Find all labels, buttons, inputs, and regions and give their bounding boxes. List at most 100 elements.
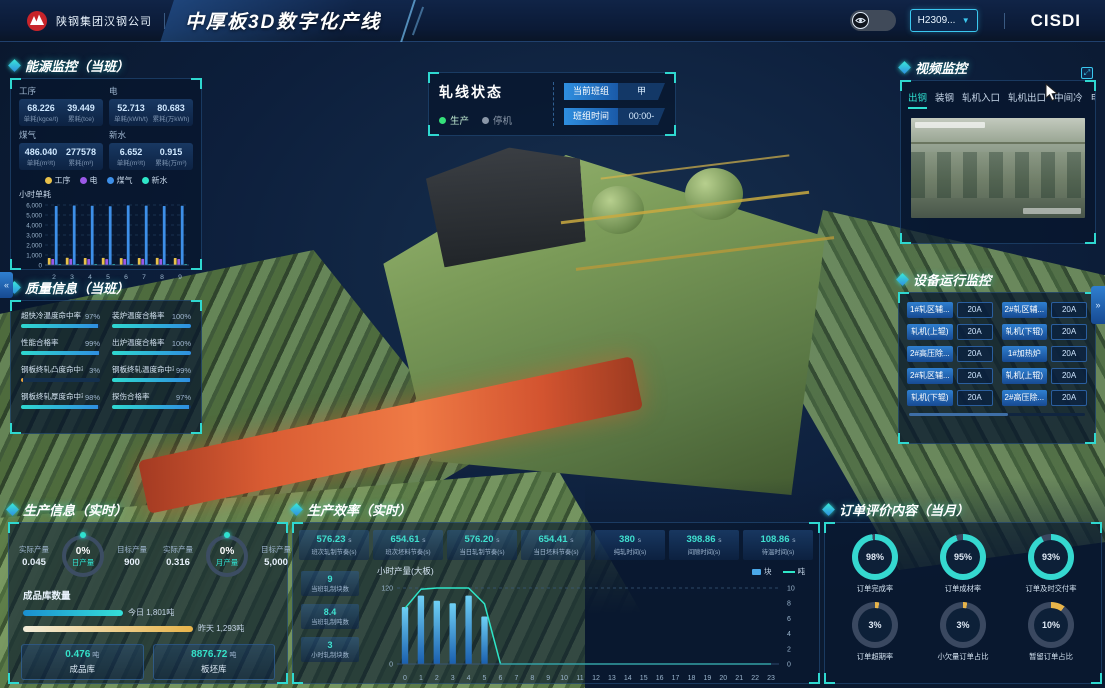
chevron-down-icon: ▼: [962, 16, 970, 25]
line-state-stopped: 停机: [482, 113, 512, 127]
stat-label: 待温时间(s): [743, 547, 813, 556]
energy-card-name: 煤气: [19, 129, 103, 141]
slab-store-card: 8876.72吨 板坯库: [153, 644, 276, 680]
production-panel-body: 实际产量 0.045 0% 日产量 目标产量 900 实际产量: [8, 522, 288, 684]
progress-fill: [21, 324, 98, 328]
header-divider: [1004, 13, 1005, 29]
energy-cards: 工序68.226单耗(kgce/t)39.449累耗(tce)电52.713单耗…: [11, 79, 201, 170]
cisdi-logo: CISDI: [1031, 11, 1081, 31]
badge-label: 当前班组: [564, 83, 618, 100]
hourly-output-chart-title: 小时产量(大板): [377, 565, 815, 577]
efficiency-stat-card: 654.61 s班次坯料节奏(s): [373, 530, 443, 560]
chart-legend-item: 吨: [783, 566, 806, 577]
dashboard-root: 陕钢集团汉钢公司 中厚板3D数字化产线 H2309... ▼ CISDI 能源监…: [0, 0, 1105, 688]
energy-chart-svg: 6,0005,0004,0003,0002,0001,000023456789: [15, 200, 195, 282]
svg-text:2,000: 2,000: [26, 242, 42, 249]
energy-unit: 单耗(m³/t): [111, 157, 151, 167]
camera-tab-1[interactable]: 出钢: [908, 90, 927, 109]
quality-metric-value: 98%: [85, 393, 100, 402]
energy-legend-item: 新水: [142, 175, 168, 186]
orders-panel-body: 98%订单完成率95%订单成材率93%订单及时交付率3%订单超期率3%小欠量订单…: [824, 522, 1102, 684]
progress-fill: [21, 405, 98, 409]
stat-value: 576.20 s: [447, 534, 517, 545]
progress-fill: [112, 405, 189, 409]
equipment-current-value: 20A: [957, 368, 993, 384]
output-gauges: 实际产量 0.045 0% 日产量 目标产量 900 实际产量: [9, 523, 287, 577]
quality-metric: 超快冷温度命中率97%: [21, 310, 100, 328]
left-collapse-handle[interactable]: «: [0, 272, 13, 298]
video-panel-body: ⤢ 出钢装钢轧机入口轧机出口中间冷电加热: [900, 80, 1096, 244]
quality-panel-title: 质量信息（当班）: [10, 278, 202, 297]
progress-fill: [112, 351, 191, 355]
visibility-toggle[interactable]: [850, 10, 896, 31]
camera-tab-2[interactable]: 装钢: [935, 90, 954, 109]
efficiency-stat-card: 108.86 s待温时间(s): [743, 530, 813, 560]
inventory-bar-label: 昨天 1,293吨: [198, 623, 244, 634]
daily-output-ring: 0% 日产量: [62, 535, 104, 577]
legend-dot-icon: [142, 177, 149, 184]
stat-label: 间隙时间(s): [669, 547, 739, 556]
svg-text:17: 17: [672, 675, 680, 682]
badge-label: 班组时间: [564, 108, 618, 125]
energy-unit: 累耗(万m³): [151, 157, 191, 167]
ring-dot: [80, 532, 86, 538]
panel-expand-icon[interactable]: ⤢: [1081, 67, 1093, 79]
energy-card: 电52.713单耗(kWh/t)80.683累耗(万kWh): [109, 84, 193, 126]
efficiency-chart-svg: 1200108642001234567891011121314151617181…: [363, 577, 815, 688]
svg-text:9: 9: [546, 675, 550, 682]
equipment-rows: 1#轧区辅...20A2#轧区辅...20A轧机(上辊)20A轧机(下辊)20A…: [899, 293, 1095, 406]
camera-feed[interactable]: [911, 118, 1085, 218]
svg-text:120: 120: [381, 586, 393, 593]
efficiency-side-card: 9当班轧制块数: [301, 571, 359, 596]
efficiency-side-card: 3小时轧制块数: [301, 637, 359, 662]
energy-value-col: 486.040单耗(m³/t): [21, 147, 61, 167]
company-name: 陕钢集团汉钢公司: [56, 13, 152, 29]
energy-value: 39.449: [61, 103, 101, 113]
order-gauge-label: 小欠量订单占比: [921, 652, 1005, 662]
heat-number-select[interactable]: H2309... ▼: [910, 9, 978, 32]
equipment-name: 2#高压除...: [1002, 390, 1048, 406]
stat-value: 576.23 s: [299, 534, 369, 545]
target-output-value: 900: [109, 557, 155, 568]
svg-text:6: 6: [787, 616, 791, 623]
quality-metric-top: 钢板终轧凸度命中率3%: [21, 364, 100, 375]
monthly-output-ring: 0% 月产量: [206, 535, 248, 577]
camera-tab-4[interactable]: 轧机出口: [1008, 90, 1046, 109]
energy-unit: 累耗(万kWh): [151, 113, 191, 123]
energy-card: 煤气486.040单耗(m³/t)277578累耗(m³): [19, 128, 103, 170]
svg-text:5,000: 5,000: [26, 212, 42, 219]
energy-legend: 工序电煤气新水: [11, 175, 201, 186]
diamond-icon: [822, 503, 835, 516]
scrollbar-thumb[interactable]: [909, 413, 1008, 416]
production-panel: 生产信息（实时） 实际产量 0.045 0% 日产量 目标产量: [8, 500, 288, 684]
camera-tab-3[interactable]: 轧机入口: [962, 90, 1000, 109]
svg-text:4: 4: [787, 631, 791, 638]
ring-percent: 0%: [66, 546, 100, 557]
quality-metric: 钢板终轧厚度命中率98%: [21, 391, 100, 409]
camera-tab-6[interactable]: 电加热: [1091, 90, 1095, 109]
equipment-name: 1#加热炉: [1002, 346, 1048, 362]
svg-text:18: 18: [688, 675, 696, 682]
side-card-label: 当班轧制吨数: [301, 617, 359, 626]
line-status-title: 轧线状态: [439, 82, 543, 102]
stat-label: 当日轧制节奏(s): [447, 547, 517, 556]
equipment-name: 2#轧区辅...: [907, 368, 953, 384]
svg-text:0: 0: [403, 675, 407, 682]
progress-track: [21, 351, 100, 355]
order-gauge-label: 订单成材率: [921, 584, 1005, 594]
quality-metric-label: 探伤合格率: [112, 391, 150, 402]
energy-card-values: 52.713单耗(kWh/t)80.683累耗(万kWh): [109, 99, 193, 126]
right-collapse-handle[interactable]: »: [1091, 286, 1105, 324]
order-donut-percent: 3%: [858, 608, 892, 642]
progress-fill: [21, 351, 99, 355]
quality-metric-value: 100%: [172, 312, 191, 321]
diamond-icon: [898, 61, 911, 74]
camera-tab-5[interactable]: 中间冷: [1054, 90, 1083, 109]
quality-metric-top: 超快冷温度命中率97%: [21, 310, 100, 321]
quality-metric: 出炉温度合格率100%: [112, 337, 191, 355]
efficiency-stat-card: 398.86 s间隙时间(s): [669, 530, 739, 560]
equipment-name: 2#轧区辅...: [1002, 302, 1048, 318]
progress-fill: [21, 378, 23, 382]
stat-value: 654.61 s: [373, 534, 443, 545]
inventory-bar-row: 昨天 1,293吨: [23, 623, 273, 634]
